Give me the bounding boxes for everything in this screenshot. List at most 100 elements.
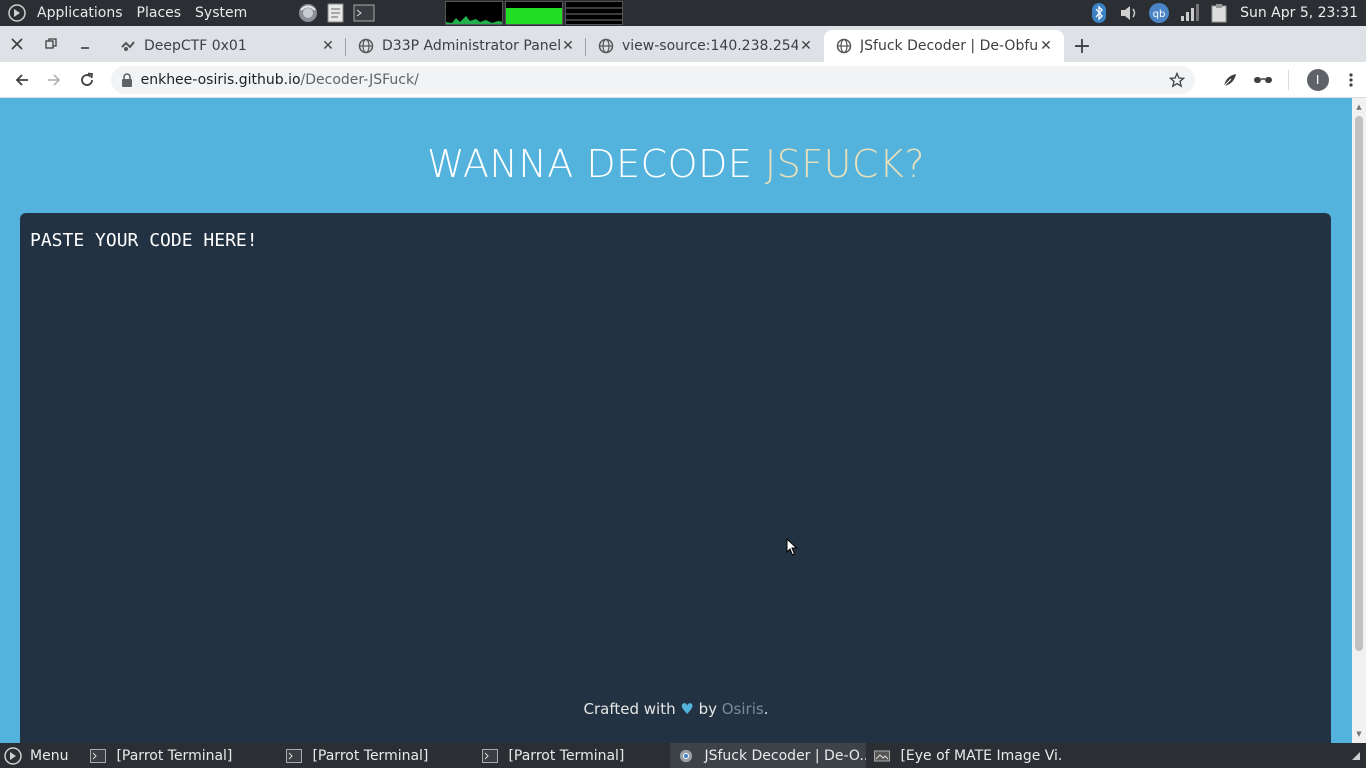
scroll-down-arrow-icon[interactable]: ▼	[1352, 727, 1366, 741]
restore-icon	[45, 38, 57, 49]
taskbar-item-terminal-1[interactable]: [Parrot Terminal]	[82, 743, 278, 768]
terminal-launcher-icon[interactable]	[352, 2, 376, 24]
window-restore-button[interactable]	[34, 26, 68, 62]
tab-close-icon[interactable]: ✕	[320, 38, 336, 54]
footer-by: by	[693, 700, 722, 718]
avatar: I	[1306, 68, 1329, 91]
taskbar-menu-label: Menu	[30, 747, 69, 764]
taskbar-item-label: [Parrot Terminal]	[116, 747, 233, 764]
tab-title: JSfuck Decoder | De-Obfu	[860, 38, 1038, 54]
scrollbar-thumb[interactable]	[1355, 116, 1363, 651]
mask-icon	[1254, 76, 1273, 83]
browser-toolbar: enkhee-osiris.github.io/Decoder-JSFuck/ …	[0, 62, 1366, 98]
globe-icon	[836, 38, 852, 54]
taskbar-item-label: [Parrot Terminal]	[508, 747, 625, 764]
clock[interactable]: Sun Apr 5, 23:31	[1234, 5, 1366, 21]
top-panel: Applications Places System qb Sun Apr 5,…	[0, 0, 1366, 26]
window-close-button[interactable]	[0, 26, 34, 62]
mouse-cursor-icon	[786, 538, 798, 556]
show-desktop-icon[interactable]	[1350, 750, 1362, 762]
incognito-extension-icon[interactable]	[1248, 65, 1278, 95]
tab-deepctf[interactable]: DeepCTF 0x01 ✕	[108, 30, 346, 62]
svg-text:qb: qb	[1153, 9, 1166, 20]
feather-extension-icon	[1223, 73, 1236, 86]
bookmark-star-icon[interactable]	[1168, 71, 1185, 88]
arrow-left-icon	[15, 73, 28, 86]
parrot-logo-icon[interactable]	[8, 4, 26, 22]
menu-places[interactable]: Places	[130, 0, 189, 26]
taskbar-item-image-viewer[interactable]: [Eye of MATE Image Vi...	[866, 743, 1062, 768]
title-accent: JSFUCK?	[764, 142, 926, 186]
memory-monitor-graph	[505, 1, 564, 25]
globe-icon	[358, 38, 374, 54]
title-main: WANNA DECODE	[426, 142, 765, 186]
clipboard-icon[interactable]	[1207, 2, 1231, 24]
new-tab-button[interactable]: +	[1064, 30, 1100, 62]
extension-icon[interactable]	[1215, 65, 1245, 95]
terminal-icon	[286, 748, 303, 763]
code-input[interactable]	[20, 213, 1331, 743]
taskbar-menu-button[interactable]: Menu	[0, 743, 76, 768]
tab-jsfuck-decoder[interactable]: JSfuck Decoder | De-Obfu ✕	[824, 30, 1064, 62]
chrome-icon	[680, 749, 693, 762]
page-title: WANNA DECODE JSFUCK?	[0, 142, 1352, 186]
network-monitor-graph	[565, 1, 624, 25]
profile-button[interactable]: I	[1303, 65, 1333, 95]
tab-d33p-admin[interactable]: D33P Administrator Panel ✕	[346, 30, 586, 62]
taskbar: Menu [Parrot Terminal] [Parrot Terminal]…	[0, 743, 1366, 768]
tab-view-source[interactable]: view-source:140.238.254. ✕	[586, 30, 824, 62]
reload-icon	[80, 72, 93, 86]
taskbar-item-label: [Eye of MATE Image Vi...	[900, 747, 1063, 764]
kebab-menu-icon	[1349, 72, 1353, 87]
minimize-icon	[81, 47, 89, 49]
text-editor-launcher-icon[interactable]	[324, 2, 348, 24]
terminal-icon	[482, 748, 499, 763]
network-signal-icon[interactable]	[1177, 2, 1201, 24]
footer-suffix: .	[763, 700, 769, 718]
reload-button[interactable]	[71, 64, 103, 96]
forward-button[interactable]	[39, 64, 71, 96]
footer-prefix: Crafted with	[583, 700, 681, 718]
heart-icon: ♥	[680, 700, 694, 718]
taskbar-item-browser[interactable]: JSfuck Decoder | De-O...	[670, 743, 867, 768]
tab-strip: DeepCTF 0x01 ✕ D33P Administrator Panel …	[0, 26, 1366, 62]
firefox-launcher-icon[interactable]	[296, 2, 320, 24]
qbittorrent-icon[interactable]: qb	[1147, 2, 1171, 24]
tab-close-icon[interactable]: ✕	[1038, 38, 1054, 54]
vertical-scrollbar[interactable]: ▲ ▼	[1352, 98, 1366, 743]
taskbar-item-terminal-3[interactable]: [Parrot Terminal]	[474, 743, 670, 768]
terminal-icon	[90, 748, 107, 763]
volume-icon[interactable]	[1117, 2, 1141, 24]
tab-title: view-source:140.238.254.	[622, 38, 798, 54]
tab-close-icon[interactable]: ✕	[798, 38, 814, 54]
back-button[interactable]	[6, 64, 38, 96]
globe-icon	[598, 38, 614, 54]
system-tray: qb Sun Apr 5, 23:31	[1084, 0, 1366, 26]
url-path: /Decoder-JSFuck/	[300, 71, 419, 88]
cpu-monitor-graph	[445, 1, 504, 25]
plus-icon: +	[1072, 33, 1092, 59]
parrot-menu-icon	[4, 746, 22, 765]
author-link[interactable]: Osiris	[722, 700, 764, 718]
bluetooth-icon[interactable]	[1087, 2, 1111, 24]
address-bar[interactable]: enkhee-osiris.github.io/Decoder-JSFuck/	[110, 65, 1195, 94]
image-viewer-icon	[874, 750, 891, 761]
tab-title: DeepCTF 0x01	[144, 38, 247, 54]
taskbar-item-label: [Parrot Terminal]	[312, 747, 429, 764]
menu-applications[interactable]: Applications	[30, 0, 130, 26]
taskbar-item-terminal-2[interactable]: [Parrot Terminal]	[278, 743, 474, 768]
tab-close-icon[interactable]: ✕	[560, 38, 576, 54]
taskbar-item-label: JSfuck Decoder | De-O...	[704, 747, 867, 764]
ctf-favicon-icon	[121, 41, 135, 51]
menu-button[interactable]	[1336, 65, 1366, 95]
menu-system[interactable]: System	[188, 0, 254, 26]
url-host: enkhee-osiris.github.io	[140, 71, 301, 88]
scroll-up-arrow-icon[interactable]: ▲	[1352, 100, 1366, 114]
page-content: WANNA DECODE JSFUCK? Crafted with ♥ by O…	[0, 98, 1352, 743]
footer: Crafted with ♥ by Osiris.	[0, 700, 1352, 718]
window-minimize-button[interactable]	[68, 26, 102, 62]
tab-title: D33P Administrator Panel	[382, 38, 560, 54]
lock-icon	[121, 72, 132, 87]
close-icon	[11, 38, 23, 50]
arrow-right-icon	[48, 73, 61, 86]
